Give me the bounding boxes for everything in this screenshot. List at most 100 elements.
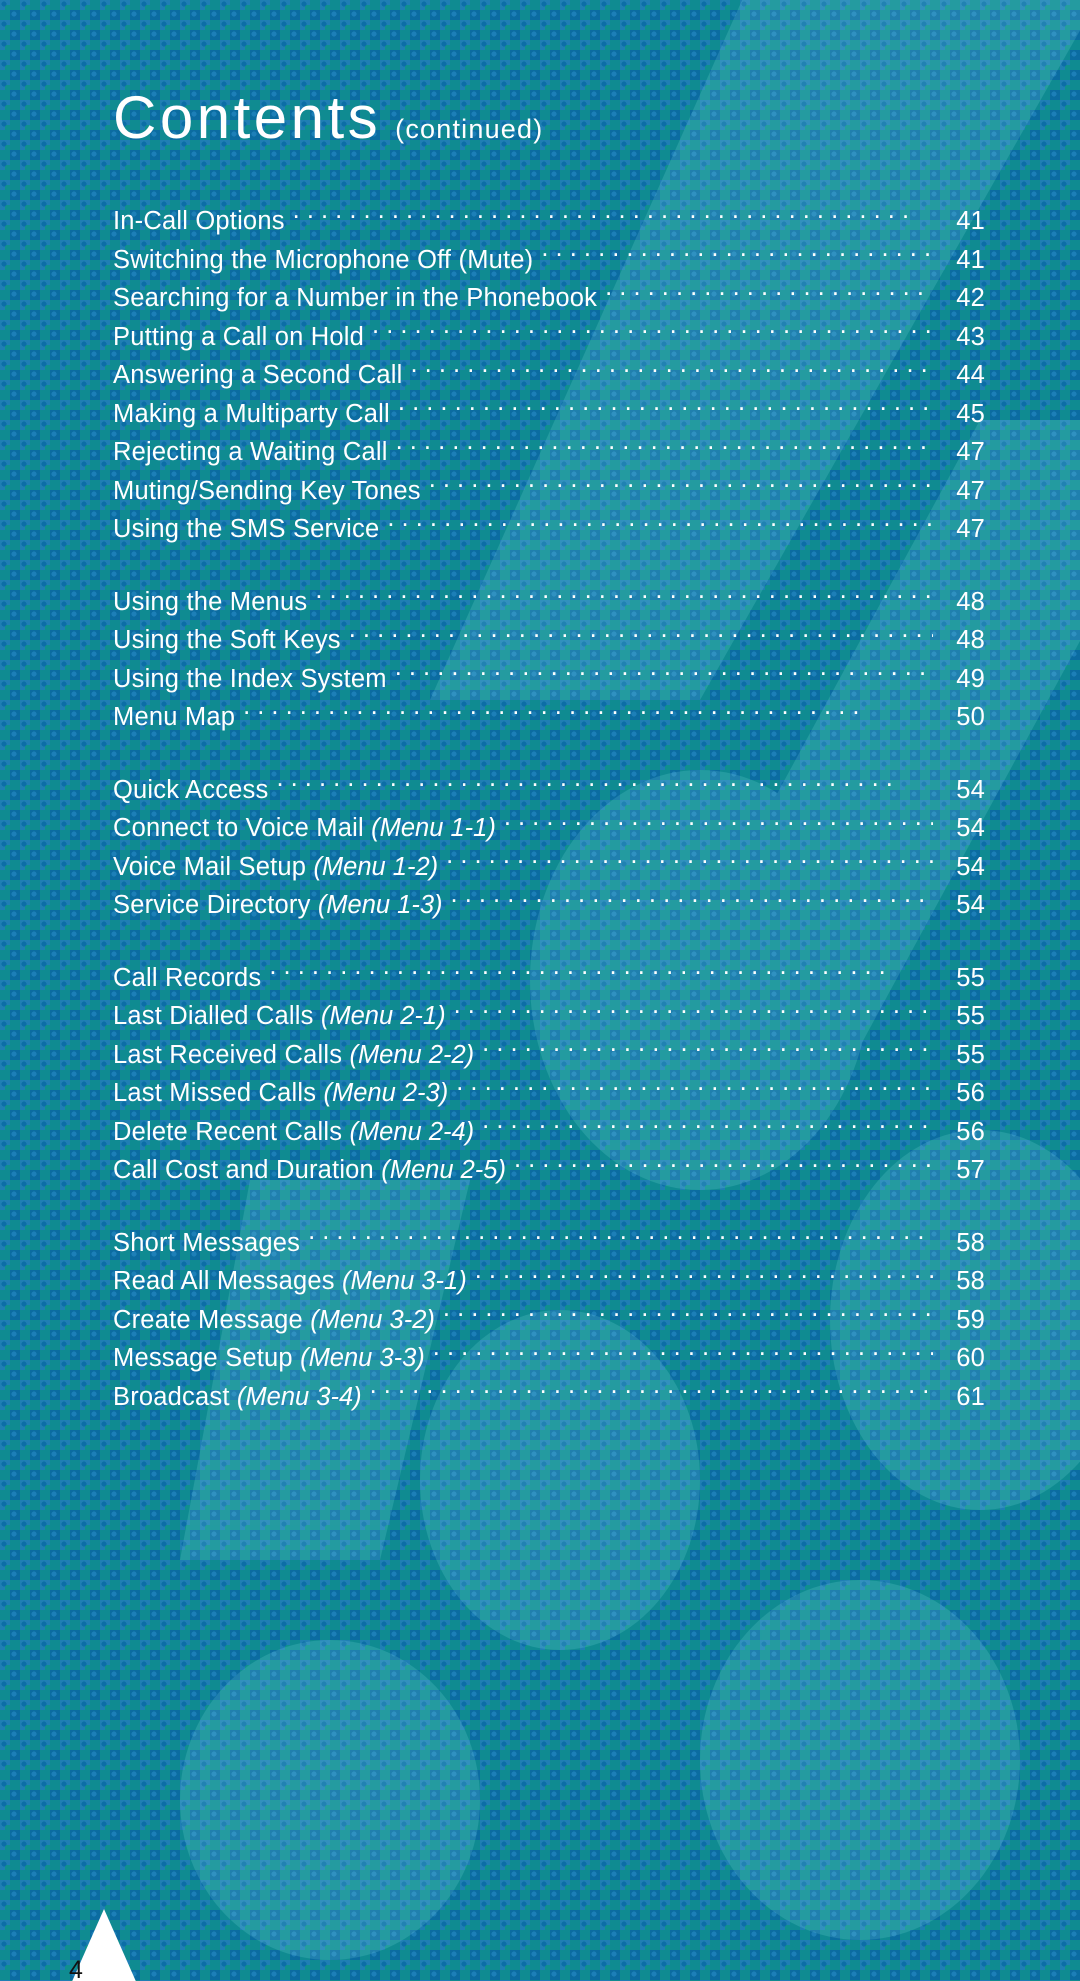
toc-entry[interactable]: Muting/Sending Key Tones 47 [113, 472, 985, 511]
toc-entry-label: Broadcast (Menu 3-4) [113, 1382, 362, 1411]
title-text: Contents [113, 84, 382, 151]
toc-entry-page-number: 43 [956, 322, 985, 351]
toc-entry-page-number: 55 [956, 963, 985, 992]
toc-leader-dots [605, 281, 933, 307]
toc-group: Call Records55Last Dialled Calls (Menu 2… [113, 959, 985, 1190]
toc-leader-dots [293, 204, 933, 230]
toc-leader-dots [243, 700, 933, 726]
toc-entry-label: Service Directory (Menu 1-3) [113, 891, 443, 919]
toc-entry[interactable]: Searching for a Number in the Phonebook 4… [113, 279, 985, 318]
table-of-contents: In-Call Options41Switching the Microphon… [113, 202, 985, 1416]
toc-entry-page-number: 42 [956, 284, 985, 312]
toc-entry-label: Connect to Voice Mail (Menu 1-1) [113, 814, 496, 842]
toc-entry-menu-ref: (Menu 2-1) [320, 1002, 446, 1030]
toc-entry[interactable]: Create Message (Menu 3-2) 59 [113, 1301, 985, 1340]
toc-entry[interactable]: Message Setup (Menu 3-3) 60 [113, 1339, 985, 1378]
toc-entry-menu-ref: (Menu 1-3) [317, 891, 443, 919]
toc-entry-menu-ref: (Menu 2-5) [381, 1156, 506, 1184]
toc-entry-label: Using the Menus [113, 587, 308, 616]
toc-entry[interactable]: Using the Index System 49 [113, 660, 985, 699]
toc-entry-menu-ref: (Menu 1-1) [371, 814, 496, 842]
toc-entry-menu-ref: (Menu 1-2) [313, 852, 439, 881]
toc-entry-menu-ref: (Menu 2-4) [349, 1117, 475, 1146]
toc-entry[interactable]: Switching the Microphone Off (Mute) 41 [113, 241, 985, 280]
toc-leader-dots [446, 849, 933, 875]
toc-entry[interactable]: Making a Multiparty Call 45 [113, 395, 985, 434]
toc-entry-page-number: 54 [956, 891, 985, 919]
toc-entry[interactable]: Using the Soft Keys 48 [113, 621, 985, 660]
toc-entry[interactable]: Service Directory (Menu 1-3) 54 [113, 886, 985, 925]
toc-entry-label: Searching for a Number in the Phonebook [113, 284, 598, 312]
toc-entry-menu-ref: (Menu 2-3) [323, 1079, 449, 1107]
toc-entry[interactable]: Using the SMS Service 47 [113, 510, 985, 549]
toc-entry-label: Delete Recent Calls (Menu 2-4) [113, 1117, 475, 1146]
toc-leader-dots [372, 319, 933, 345]
toc-entry[interactable]: Quick Access 54 [113, 771, 985, 810]
toc-entry-page-number: 54 [956, 814, 985, 842]
toc-entry-page-number: 48 [956, 626, 985, 654]
toc-leader-dots [387, 512, 933, 538]
toc-leader-dots [433, 1341, 933, 1367]
toc-entry[interactable]: Last Dialled Calls (Menu 2-1) 55 [113, 997, 985, 1036]
page-title: Contents (continued) [113, 0, 985, 148]
toc-leader-dots [443, 1302, 933, 1328]
toc-group: Using the Menus48Using the Soft Keys48Us… [113, 583, 985, 737]
toc-entry-page-number: 58 [956, 1267, 985, 1295]
toc-entry-label: Using the SMS Service [113, 515, 380, 543]
toc-entry[interactable]: Delete Recent Calls (Menu 2-4) 56 [113, 1113, 985, 1152]
toc-entry-page-number: 59 [956, 1305, 985, 1334]
toc-entry-label: Message Setup (Menu 3-3) [113, 1344, 425, 1372]
toc-entry[interactable]: Last Missed Calls (Menu 2-3) 56 [113, 1074, 985, 1113]
toc-entry-page-number: 47 [956, 476, 985, 505]
toc-entry-page-number: 56 [956, 1117, 985, 1146]
toc-entry[interactable]: Menu Map 50 [113, 698, 985, 737]
toc-entry[interactable]: Short Messages 58 [113, 1224, 985, 1263]
toc-entry[interactable]: Putting a Call on Hold 43 [113, 318, 985, 357]
toc-entry[interactable]: Answering a Second Call 44 [113, 356, 985, 395]
toc-entry-page-number: 56 [956, 1079, 985, 1107]
toc-entry-page-number: 54 [956, 775, 985, 804]
toc-leader-dots [315, 584, 933, 610]
toc-entry-label: Last Missed Calls (Menu 2-3) [113, 1079, 449, 1107]
toc-entry-page-number: 57 [956, 1156, 985, 1184]
toc-entry[interactable]: Connect to Voice Mail (Menu 1-1) 54 [113, 809, 985, 848]
toc-entry-label: Create Message (Menu 3-2) [113, 1305, 435, 1334]
toc-entry-page-number: 47 [956, 515, 985, 543]
toc-entry[interactable]: Rejecting a Waiting Call 47 [113, 433, 985, 472]
toc-entry-label: Menu Map [113, 703, 236, 731]
toc-entry-label: Short Messages [113, 1228, 301, 1257]
toc-entry[interactable]: Call Cost and Duration (Menu 2-5) 57 [113, 1151, 985, 1190]
toc-entry[interactable]: In-Call Options 41 [113, 202, 985, 241]
toc-entry[interactable]: Call Records 55 [113, 959, 985, 998]
toc-leader-dots [482, 1037, 933, 1063]
title-suffix: (continued) [395, 114, 544, 144]
toc-leader-dots [269, 960, 933, 986]
toc-entry[interactable]: Last Received Calls (Menu 2-2) 55 [113, 1036, 985, 1075]
toc-entry-label: Using the Index System [113, 664, 387, 693]
toc-entry-page-number: 61 [956, 1382, 985, 1411]
toc-leader-dots [395, 661, 933, 687]
toc-entry-label: Rejecting a Waiting Call [113, 438, 388, 466]
toc-leader-dots [349, 623, 933, 649]
toc-entry-page-number: 54 [956, 852, 985, 881]
toc-entry-page-number: 55 [956, 1040, 985, 1069]
toc-entry-page-number: 44 [956, 361, 985, 389]
toc-entry-page-number: 49 [956, 664, 985, 693]
toc-entry-label: Making a Multiparty Call [113, 399, 390, 428]
toc-entry-label: Voice Mail Setup (Menu 1-2) [113, 852, 439, 881]
toc-leader-dots [514, 1153, 933, 1179]
toc-entry-page-number: 47 [956, 438, 985, 466]
toc-entry[interactable]: Using the Menus 48 [113, 583, 985, 622]
toc-leader-dots [451, 888, 933, 914]
toc-entry[interactable]: Read All Messages (Menu 3-1) 58 [113, 1262, 985, 1301]
toc-entry[interactable]: Voice Mail Setup (Menu 1-2) 54 [113, 848, 985, 887]
toc-leader-dots [541, 242, 933, 268]
toc-entry-label: Using the Soft Keys [113, 626, 341, 654]
toc-leader-dots [411, 358, 933, 384]
toc-entry[interactable]: Broadcast (Menu 3-4) 61 [113, 1378, 985, 1417]
toc-leader-dots [308, 1225, 933, 1251]
toc-leader-dots [456, 1076, 933, 1102]
toc-leader-dots [475, 1264, 933, 1290]
toc-entry-menu-ref: (Menu 3-3) [300, 1344, 425, 1372]
toc-entry-page-number: 41 [956, 207, 985, 235]
